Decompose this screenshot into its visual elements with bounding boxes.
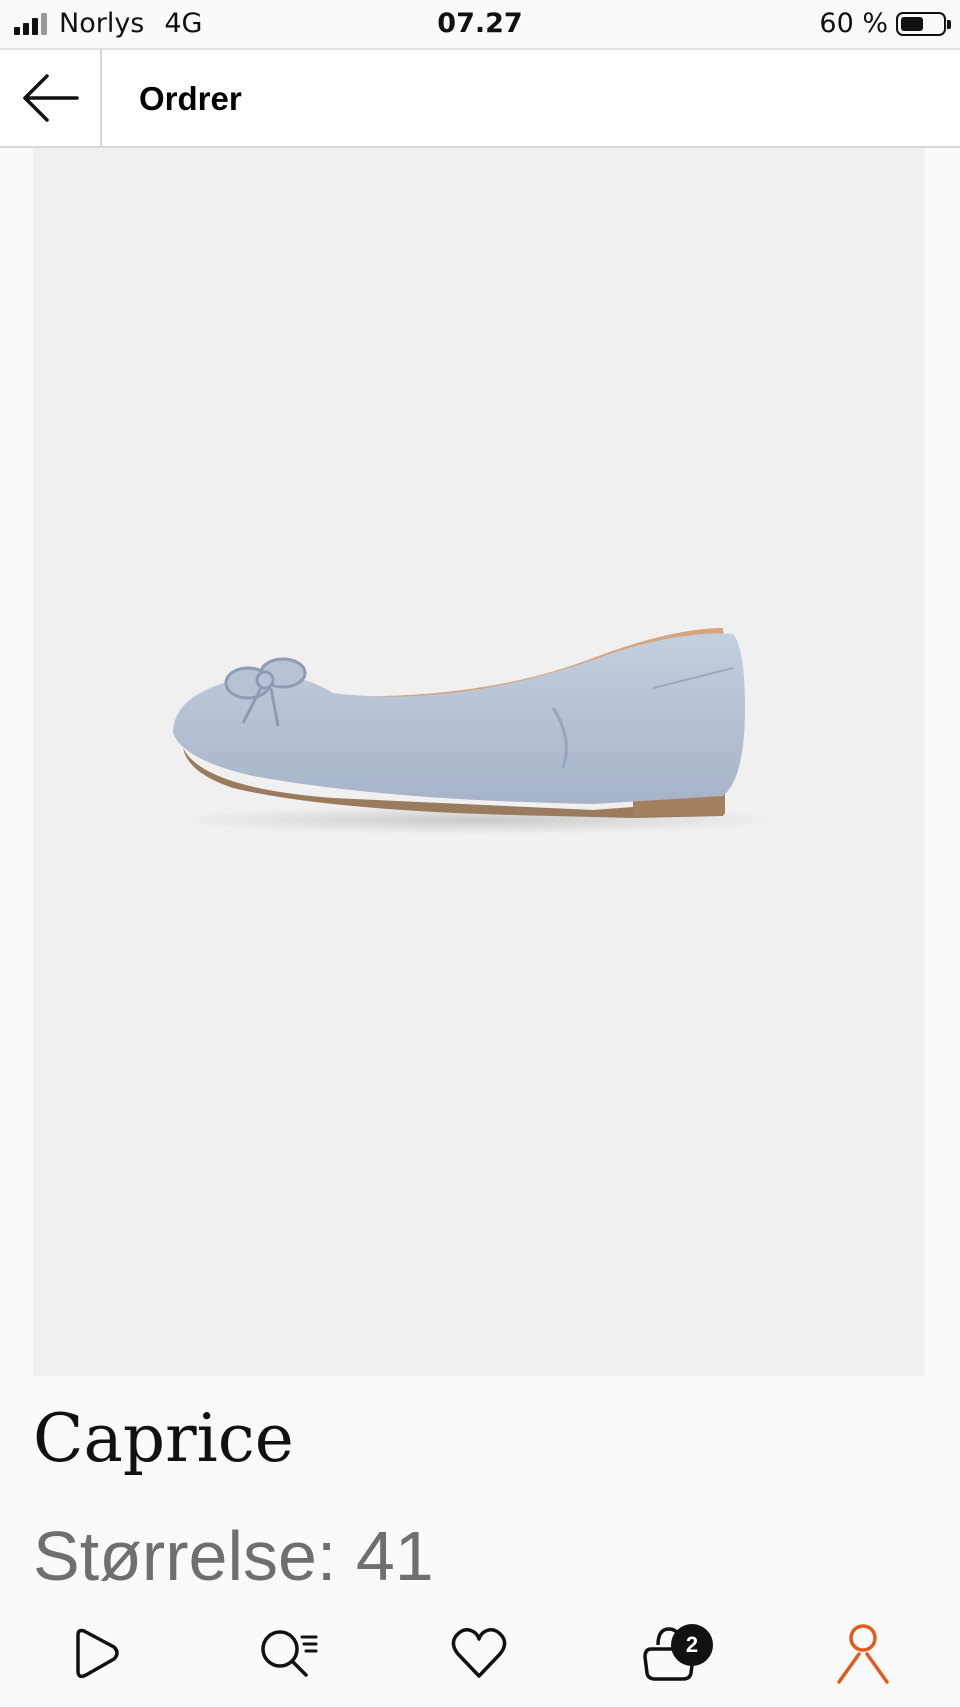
status-bar: Norlys 4G 07.27 60 % [0,0,960,50]
nav-search[interactable] [228,1608,348,1698]
play-icon [76,1628,119,1679]
nav-home[interactable] [36,1608,156,1698]
arrow-left-icon [23,74,79,122]
bottom-nav: 2 [0,1608,960,1707]
nav-profile[interactable] [803,1608,923,1698]
clock: 07.27 [437,8,523,39]
battery-percent: 60 % [819,8,888,39]
heart-icon [451,1628,507,1678]
search-list-icon [261,1630,318,1677]
status-right: 60 % [819,8,951,39]
nav-wishlist[interactable] [419,1608,539,1698]
battery-icon [896,11,951,36]
product-brand: Caprice [33,1400,294,1477]
bag-count-badge: 2 [671,1624,713,1666]
nav-bag[interactable]: 2 [609,1608,729,1698]
back-button[interactable] [0,50,102,146]
profile-icon [837,1624,889,1684]
product-image[interactable] [33,148,925,1376]
top-bar: Ordrer [0,50,960,148]
shoe-image [173,628,778,834]
page-title: Ordrer [139,80,242,117]
product-size: Størrelse: 41 [33,1517,434,1595]
